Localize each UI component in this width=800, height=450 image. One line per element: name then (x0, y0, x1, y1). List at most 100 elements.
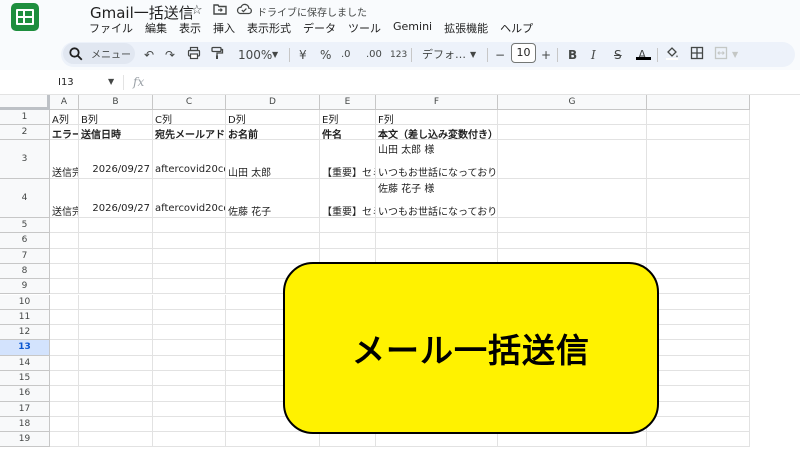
grid-cell[interactable] (79, 371, 153, 387)
grid-cell[interactable] (647, 355, 750, 371)
row-header-3[interactable]: 3 (0, 140, 50, 179)
grid-cell[interactable]: 【重要】セミナーのご案内 (320, 140, 376, 179)
grid-cell[interactable]: 佐藤 花子 様いつもお世話になっております。 (376, 179, 498, 218)
grid-cell[interactable] (647, 263, 750, 280)
grid-cell[interactable] (647, 401, 750, 417)
grid-cell[interactable] (647, 140, 750, 179)
grid-cell[interactable] (647, 233, 750, 249)
grid-cell[interactable] (647, 309, 750, 326)
grid-cell[interactable] (79, 355, 153, 371)
grid-cell[interactable] (647, 110, 750, 125)
name-box[interactable]: I13 (58, 77, 74, 88)
grid-cell[interactable] (647, 179, 750, 218)
column-header-blank[interactable] (647, 95, 750, 110)
grid-cell[interactable] (647, 125, 750, 140)
grid-cell[interactable] (50, 309, 79, 326)
grid-cell[interactable] (153, 263, 226, 280)
grid-cell[interactable] (153, 386, 226, 402)
increase-font-size-icon[interactable]: + (541, 46, 551, 64)
grid-cell[interactable]: 2026/09/27 (79, 179, 153, 218)
menu-format[interactable]: 表示形式 (247, 20, 291, 38)
grid-cell[interactable] (647, 416, 750, 433)
grid-cell[interactable] (647, 325, 750, 341)
grid-cell[interactable] (376, 218, 498, 234)
select-all-corner[interactable] (0, 95, 50, 110)
grid-cell[interactable] (153, 325, 226, 341)
grid-cell[interactable] (498, 233, 647, 249)
grid-cell[interactable] (50, 325, 79, 341)
grid-cell[interactable] (50, 416, 79, 433)
row-header-7[interactable]: 7 (0, 248, 50, 264)
text-color-button[interactable]: A (638, 46, 646, 64)
grid-cell[interactable] (498, 432, 647, 448)
format-currency-button[interactable]: ¥ (299, 46, 307, 64)
grid-cell[interactable] (79, 309, 153, 326)
grid-cell[interactable] (153, 432, 226, 448)
grid-cell[interactable] (79, 233, 153, 249)
grid-cell[interactable] (153, 416, 226, 433)
grid-cell[interactable] (226, 218, 320, 234)
row-header-6[interactable]: 6 (0, 233, 50, 249)
menu-gemini[interactable]: Gemini (393, 20, 432, 38)
row-header-16[interactable]: 16 (0, 386, 50, 402)
grid-cell[interactable] (153, 218, 226, 234)
menu-extensions[interactable]: 拡張機能 (444, 20, 488, 38)
column-header-g[interactable]: G (498, 95, 647, 110)
grid-cell[interactable] (50, 218, 79, 234)
star-icon[interactable]: ☆ (191, 3, 203, 18)
row-header-13[interactable]: 13 (0, 340, 50, 356)
zoom-select[interactable]: 100% (238, 46, 272, 64)
menu-view[interactable]: 表示 (179, 20, 201, 38)
row-header-12[interactable]: 12 (0, 325, 50, 341)
grid-cell[interactable] (647, 294, 750, 310)
strikethrough-button[interactable]: S (614, 46, 622, 64)
grid-cell[interactable] (79, 432, 153, 448)
grid-cell[interactable] (153, 294, 226, 310)
grid-cell[interactable] (153, 401, 226, 417)
grid-cell[interactable]: 送信完了 (50, 140, 79, 179)
grid-cell[interactable] (79, 248, 153, 264)
grid-cell[interactable] (153, 248, 226, 264)
grid-cell[interactable] (153, 371, 226, 387)
grid-cell[interactable]: 2026/09/27 (79, 140, 153, 179)
menu-help[interactable]: ヘルプ (500, 20, 533, 38)
grid-cell[interactable] (50, 355, 79, 371)
row-header-17[interactable]: 17 (0, 401, 50, 417)
grid-cell[interactable] (647, 340, 750, 356)
grid-cell[interactable]: 件名 (320, 125, 376, 140)
row-header-4[interactable]: 4 (0, 179, 50, 218)
grid-cell[interactable]: 山田 太郎 (226, 140, 320, 179)
grid-cell[interactable] (498, 125, 647, 140)
grid-cell[interactable] (79, 401, 153, 417)
grid-cell[interactable] (79, 279, 153, 295)
row-header-1[interactable]: 1 (0, 110, 50, 125)
grid-cell[interactable] (647, 386, 750, 402)
column-header-a[interactable]: A (50, 95, 79, 110)
grid-cell[interactable] (50, 432, 79, 448)
grid-cell[interactable] (498, 140, 647, 179)
sheets-logo-icon[interactable] (11, 3, 39, 31)
grid-cell[interactable] (647, 279, 750, 295)
grid-cell[interactable] (79, 386, 153, 402)
grid-cell[interactable] (50, 401, 79, 417)
bold-button[interactable]: B (568, 46, 577, 64)
grid-cell[interactable] (376, 432, 498, 448)
menu-edit[interactable]: 編集 (145, 20, 167, 38)
column-header-b[interactable]: B (79, 95, 153, 110)
font-select[interactable]: デフォ… (422, 46, 466, 64)
font-size-input[interactable]: 10 (511, 43, 536, 63)
column-header-c[interactable]: C (153, 95, 226, 110)
grid-cell[interactable]: 送信完了 (50, 179, 79, 218)
row-header-8[interactable]: 8 (0, 263, 50, 280)
row-header-2[interactable]: 2 (0, 125, 50, 140)
grid-cell[interactable]: E列 (320, 110, 376, 125)
grid-cell[interactable] (226, 432, 320, 448)
decrease-decimal-button[interactable]: .0 (341, 46, 351, 64)
row-header-18[interactable]: 18 (0, 416, 50, 433)
row-header-5[interactable]: 5 (0, 218, 50, 234)
redo-icon[interactable]: ↷ (165, 46, 175, 64)
grid-cell[interactable]: C列 (153, 110, 226, 125)
grid-cell[interactable]: 【重要】セミナーのご案内 (320, 179, 376, 218)
grid-cell[interactable]: F列 (376, 110, 498, 125)
number-format-button[interactable]: 123 (390, 46, 407, 64)
